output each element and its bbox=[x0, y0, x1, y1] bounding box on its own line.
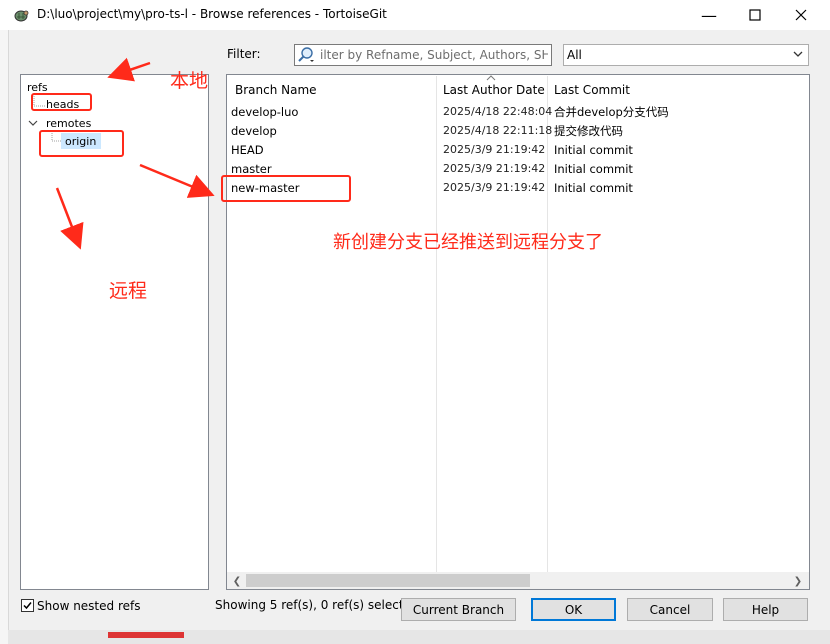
arrow-to-new-master bbox=[139, 163, 215, 198]
arrow-to-remote bbox=[55, 187, 84, 250]
arrow-to-local bbox=[107, 57, 151, 82]
annotation-arrows bbox=[55, 57, 215, 250]
